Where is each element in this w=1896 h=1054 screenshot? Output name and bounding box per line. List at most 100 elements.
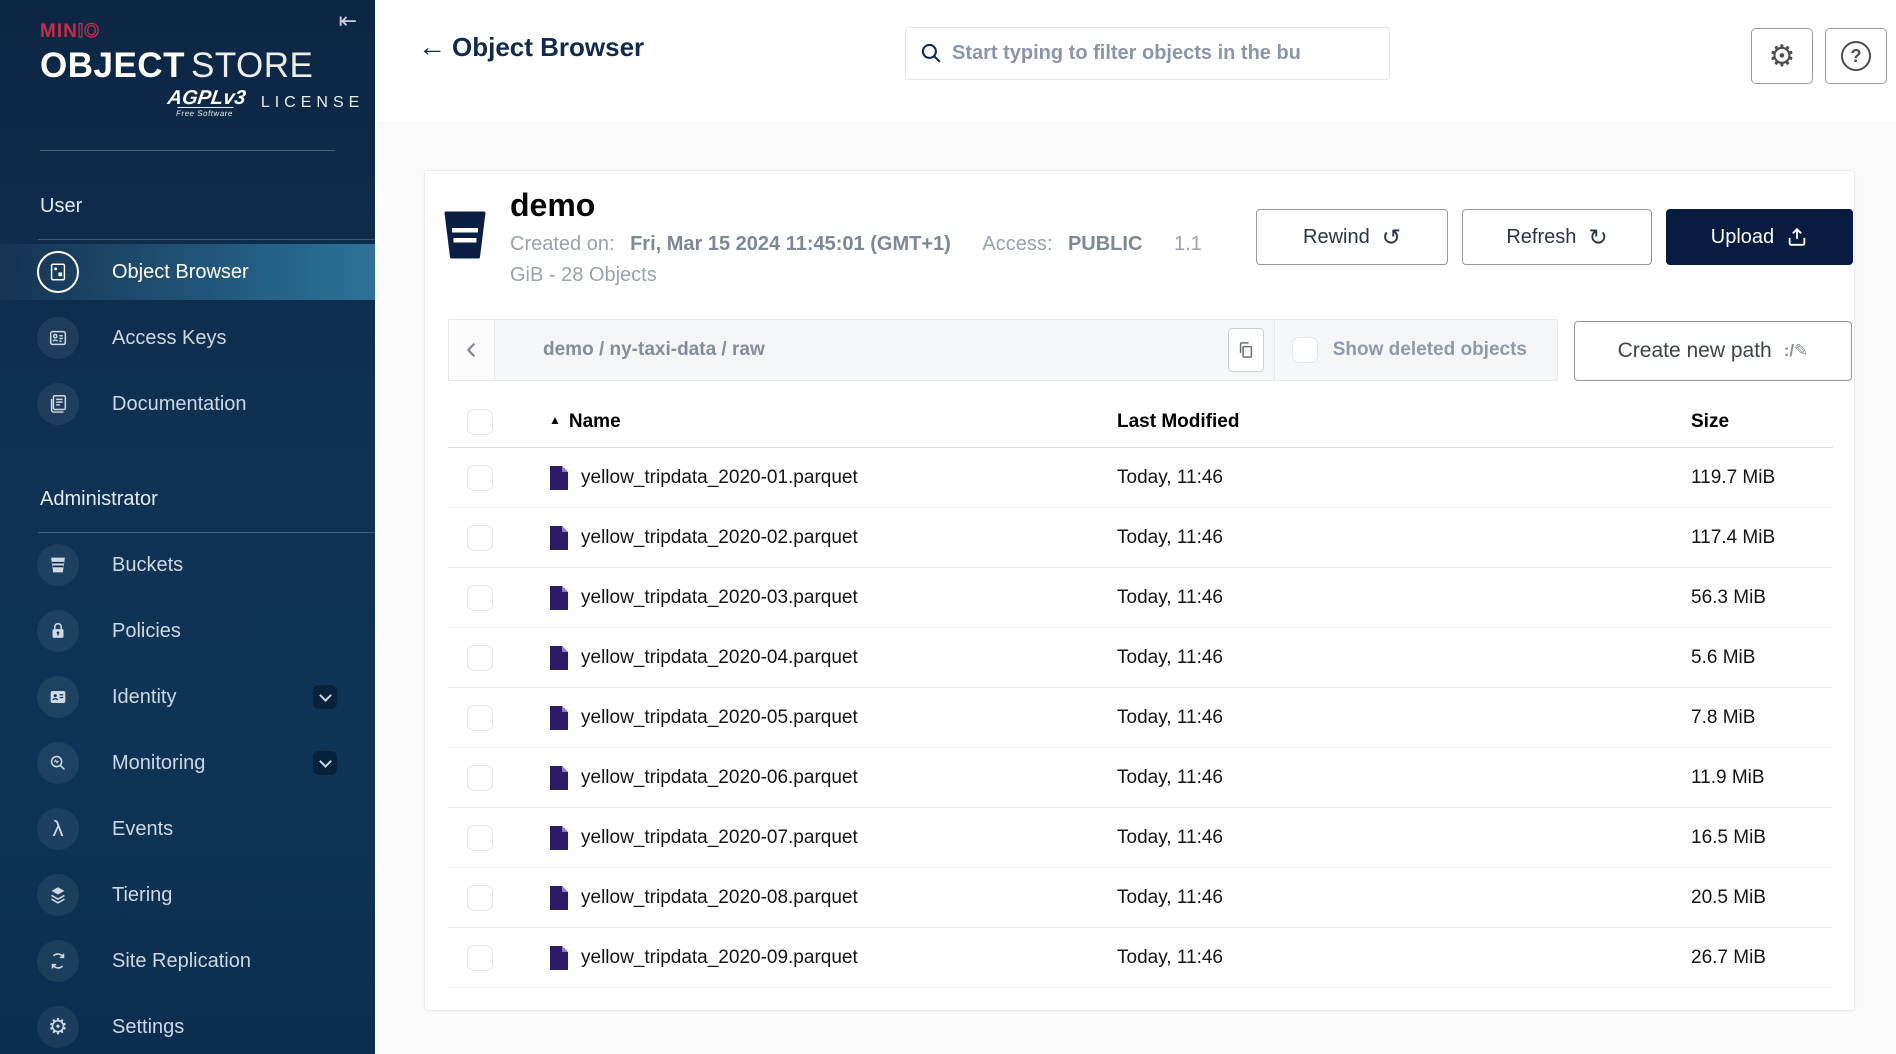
refresh-icon: ↻ [1588, 226, 1607, 249]
sidebar-item-label: Monitoring [112, 752, 205, 775]
table-row[interactable]: yellow_tripdata_2020-09.parquet Today, 1… [448, 928, 1833, 988]
sidebar-item-tiering[interactable]: Tiering [0, 867, 375, 923]
parquet-file-icon [549, 705, 569, 731]
minio-wordmark: MINIO [40, 20, 375, 44]
column-header-name[interactable]: Name [569, 411, 621, 433]
parquet-file-icon [549, 525, 569, 551]
object-store-title: OBJECTSTORE [40, 44, 375, 88]
sidebar-item-identity[interactable]: Identity [0, 669, 375, 725]
chevron-down-icon [319, 755, 332, 768]
table-row[interactable]: yellow_tripdata_2020-08.parquet Today, 1… [448, 868, 1833, 928]
upload-button[interactable]: Upload [1666, 209, 1853, 265]
object-size: 119.7 MiB [1691, 467, 1833, 489]
filter-objects-input[interactable] [905, 27, 1390, 80]
show-deleted-label: Show deleted objects [1333, 339, 1527, 361]
sidebar-item-monitoring[interactable]: Monitoring [0, 735, 375, 791]
back-arrow-icon[interactable]: ← [418, 31, 446, 63]
upload-icon [1786, 226, 1808, 248]
object-size: 117.4 MiB [1691, 527, 1833, 549]
column-header-size[interactable]: Size [1691, 411, 1833, 433]
sidebar-item-documentation[interactable]: Documentation [0, 376, 375, 432]
object-size: 20.5 MiB [1691, 887, 1833, 909]
table-row[interactable]: yellow_tripdata_2020-04.parquet Today, 1… [448, 628, 1833, 688]
sidebar-item-label: Documentation [112, 393, 247, 416]
sidebar-item-label: Policies [112, 620, 181, 643]
sidebar-item-settings[interactable]: ⚙ Settings [0, 999, 375, 1054]
parquet-file-icon [549, 465, 569, 491]
object-last-modified: Today, 11:46 [1117, 947, 1691, 969]
object-name: yellow_tripdata_2020-06.parquet [581, 767, 858, 789]
object-name: yellow_tripdata_2020-03.parquet [581, 587, 858, 609]
section-label-administrator: Administrator [40, 488, 375, 512]
bucket-size-part1: 1.1 [1174, 233, 1202, 255]
top-bar: ← Object Browser ⚙ ? [375, 0, 1896, 122]
monitoring-expand-button[interactable] [313, 751, 337, 775]
help-button[interactable]: ? [1825, 28, 1887, 84]
sidebar-item-label: Settings [112, 1016, 184, 1039]
layers-icon [37, 874, 79, 916]
parquet-file-icon [549, 825, 569, 851]
copy-icon [1236, 340, 1256, 360]
object-last-modified: Today, 11:46 [1117, 707, 1691, 729]
chevron-left-icon [461, 339, 483, 361]
breadcrumb: demo / ny-taxi-data / raw [543, 339, 1228, 361]
parquet-file-icon [549, 645, 569, 671]
table-row[interactable]: yellow_tripdata_2020-01.parquet Today, 1… [448, 448, 1833, 508]
table-row[interactable]: yellow_tripdata_2020-02.parquet Today, 1… [448, 508, 1833, 568]
table-row[interactable]: yellow_tripdata_2020-05.parquet Today, 1… [448, 688, 1833, 748]
objects-table: ▲ Name Last Modified Size yellow_tripdat… [448, 396, 1833, 988]
navigate-back-button[interactable] [449, 320, 495, 380]
row-checkbox[interactable] [467, 585, 493, 611]
object-name: yellow_tripdata_2020-01.parquet [581, 467, 858, 489]
refresh-button[interactable]: Refresh ↻ [1462, 209, 1652, 265]
object-last-modified: Today, 11:46 [1117, 827, 1691, 849]
main-content: demo Created on: Fri, Mar 15 2024 11:45:… [375, 122, 1896, 1054]
show-deleted-checkbox[interactable] [1292, 337, 1318, 363]
created-on-label: Created on: [510, 233, 615, 255]
copy-path-button[interactable] [1228, 328, 1264, 372]
sort-asc-icon[interactable]: ▲ [549, 413, 561, 427]
object-last-modified: Today, 11:46 [1117, 647, 1691, 669]
row-checkbox[interactable] [467, 885, 493, 911]
collapse-sidebar-icon[interactable]: ⇤ [339, 10, 357, 32]
minio-logo: MINIO OBJECTSTORE AGPLv3 Free Software L… [0, 0, 375, 118]
bucket-actions: Rewind ↺ Refresh ↻ Upload [1256, 209, 1853, 265]
chevron-down-icon [319, 689, 332, 702]
sidebar-item-site-replication[interactable]: Site Replication [0, 933, 375, 989]
sidebar-item-access-keys[interactable]: Access Keys [0, 310, 375, 366]
row-checkbox[interactable] [467, 825, 493, 851]
table-row[interactable]: yellow_tripdata_2020-07.parquet Today, 1… [448, 808, 1833, 868]
object-last-modified: Today, 11:46 [1117, 527, 1691, 549]
table-row[interactable]: yellow_tripdata_2020-06.parquet Today, 1… [448, 748, 1833, 808]
sidebar-item-label: Site Replication [112, 950, 251, 973]
select-all-checkbox[interactable] [467, 409, 493, 435]
row-checkbox[interactable] [467, 765, 493, 791]
identity-expand-button[interactable] [313, 685, 337, 709]
bucket-info: Created on: Fri, Mar 15 2024 11:45:01 (G… [510, 229, 1202, 291]
bar-divider [1274, 320, 1275, 380]
logo-divider [40, 150, 335, 151]
sidebar-item-policies[interactable]: Policies [0, 603, 375, 659]
object-last-modified: Today, 11:46 [1117, 467, 1691, 489]
row-checkbox[interactable] [467, 465, 493, 491]
sidebar-item-events[interactable]: λ Events [0, 801, 375, 857]
gear-icon: ⚙ [37, 1006, 79, 1048]
rewind-button[interactable]: Rewind ↺ [1256, 209, 1448, 265]
row-checkbox[interactable] [467, 645, 493, 671]
wordmark-io: IO [78, 21, 100, 42]
row-checkbox[interactable] [467, 525, 493, 551]
create-new-path-button[interactable]: Create new path :/✎ [1574, 321, 1852, 381]
row-checkbox[interactable] [467, 705, 493, 731]
search-box [905, 27, 1390, 80]
agpl-badge: AGPLv3 Free Software [165, 89, 247, 118]
table-row[interactable]: yellow_tripdata_2020-03.parquet Today, 1… [448, 568, 1833, 628]
search-icon [919, 41, 944, 66]
monitoring-icon [37, 742, 79, 784]
help-icon: ? [1841, 41, 1871, 71]
row-checkbox[interactable] [467, 945, 493, 971]
sidebar-item-buckets[interactable]: Buckets [0, 537, 375, 593]
settings-button[interactable]: ⚙ [1751, 28, 1813, 84]
sidebar-item-object-browser[interactable]: Object Browser [0, 244, 375, 300]
object-name: yellow_tripdata_2020-05.parquet [581, 707, 858, 729]
column-header-last-modified[interactable]: Last Modified [1117, 411, 1691, 433]
